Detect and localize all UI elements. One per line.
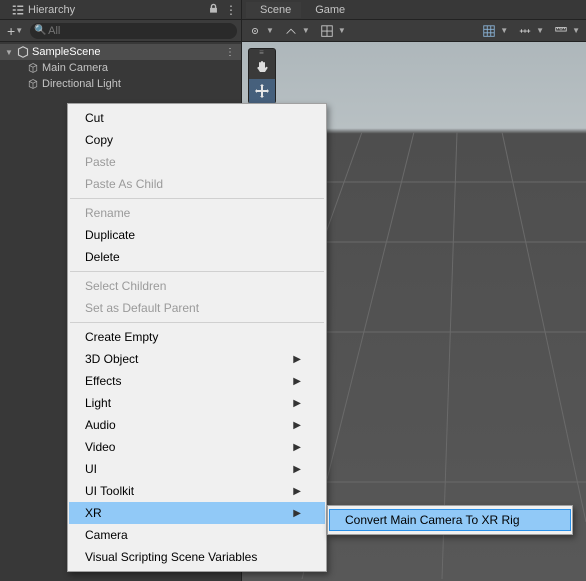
menu-create-empty[interactable]: Create Empty bbox=[69, 326, 325, 348]
move-tool[interactable] bbox=[249, 79, 275, 103]
scene-tabbar: Scene Game bbox=[242, 0, 586, 20]
gameobject-icon bbox=[26, 78, 40, 90]
tab-scene-label: Scene bbox=[260, 4, 291, 16]
search-input[interactable] bbox=[30, 23, 237, 39]
menu-set-default-parent: Set as Default Parent bbox=[69, 297, 325, 319]
expand-arrow-icon[interactable]: ▼ bbox=[4, 48, 14, 57]
menu-3d-object[interactable]: 3D Object▶ bbox=[69, 348, 325, 370]
menu-xr[interactable]: XR▶ bbox=[69, 502, 325, 524]
menu-select-children: Select Children bbox=[69, 275, 325, 297]
menu-effects[interactable]: Effects▶ bbox=[69, 370, 325, 392]
tab-scene[interactable]: Scene bbox=[246, 2, 301, 18]
lock-icon[interactable] bbox=[208, 3, 219, 17]
scene-row[interactable]: ▼ SampleScene ⋮ bbox=[0, 44, 241, 60]
hand-tool[interactable] bbox=[249, 55, 275, 79]
xr-submenu: Convert Main Camera To XR Rig bbox=[327, 505, 573, 535]
menu-video[interactable]: Video▶ bbox=[69, 436, 325, 458]
chevron-down-icon: ▼ bbox=[15, 26, 23, 35]
menu-convert-camera-xr[interactable]: Convert Main Camera To XR Rig bbox=[329, 509, 571, 531]
submenu-arrow-icon: ▶ bbox=[293, 508, 301, 519]
add-button[interactable]: +▼ bbox=[4, 23, 26, 39]
menu-cut[interactable]: Cut bbox=[69, 107, 325, 129]
search-icon: 🔍 bbox=[34, 25, 46, 36]
menu-separator bbox=[70, 322, 324, 323]
ruler-toggle[interactable]: ▼ bbox=[554, 24, 580, 38]
menu-paste-as-child: Paste As Child bbox=[69, 173, 325, 195]
increment-snap[interactable]: ▼ bbox=[518, 24, 544, 38]
hierarchy-toolbar: +▼ 🔍 bbox=[0, 20, 241, 42]
tree-item-label: Main Camera bbox=[42, 62, 108, 74]
tree-item[interactable]: Directional Light bbox=[0, 76, 241, 92]
scene-label: SampleScene bbox=[32, 46, 101, 58]
gameobject-icon bbox=[26, 62, 40, 74]
viewport-tools: ≡ bbox=[248, 48, 276, 104]
snap-toggle[interactable]: ▼ bbox=[482, 24, 508, 38]
menu-camera[interactable]: Camera bbox=[69, 524, 325, 546]
menu-copy[interactable]: Copy bbox=[69, 129, 325, 151]
menu-duplicate[interactable]: Duplicate bbox=[69, 224, 325, 246]
tree-item[interactable]: Main Camera bbox=[0, 60, 241, 76]
unity-scene-icon bbox=[16, 46, 30, 58]
scene-toolbar: ▼ ▼ ▼ ▼ ▼ ▼ bbox=[242, 20, 586, 42]
submenu-arrow-icon: ▶ bbox=[293, 376, 301, 387]
hierarchy-icon bbox=[12, 4, 24, 16]
pivot-dropdown[interactable]: ▼ bbox=[248, 24, 274, 38]
submenu-arrow-icon: ▶ bbox=[293, 420, 301, 431]
submenu-arrow-icon: ▶ bbox=[293, 442, 301, 453]
submenu-arrow-icon: ▶ bbox=[293, 354, 301, 365]
submenu-arrow-icon: ▶ bbox=[293, 486, 301, 497]
submenu-arrow-icon: ▶ bbox=[293, 464, 301, 475]
hierarchy-tabbar: Hierarchy ⋮ bbox=[0, 0, 241, 20]
row-menu-icon[interactable]: ⋮ bbox=[225, 47, 235, 58]
menu-paste: Paste bbox=[69, 151, 325, 173]
tab-game[interactable]: Game bbox=[301, 2, 355, 18]
menu-audio[interactable]: Audio▶ bbox=[69, 414, 325, 436]
hierarchy-tab[interactable]: Hierarchy bbox=[4, 2, 83, 18]
menu-delete[interactable]: Delete bbox=[69, 246, 325, 268]
panel-menu-icon[interactable]: ⋮ bbox=[225, 3, 237, 17]
menu-light[interactable]: Light▶ bbox=[69, 392, 325, 414]
handle-dropdown[interactable]: ▼ bbox=[284, 24, 310, 38]
menu-rename: Rename bbox=[69, 202, 325, 224]
submenu-arrow-icon: ▶ bbox=[293, 398, 301, 409]
menu-visual-scripting-variables[interactable]: Visual Scripting Scene Variables bbox=[69, 546, 325, 568]
context-menu: Cut Copy Paste Paste As Child Rename Dup… bbox=[67, 103, 327, 572]
menu-separator bbox=[70, 198, 324, 199]
grid-dropdown[interactable]: ▼ bbox=[320, 24, 346, 38]
tab-game-label: Game bbox=[315, 4, 345, 16]
menu-ui[interactable]: UI▶ bbox=[69, 458, 325, 480]
menu-separator bbox=[70, 271, 324, 272]
tree-item-label: Directional Light bbox=[42, 78, 121, 90]
menu-ui-toolkit[interactable]: UI Toolkit▶ bbox=[69, 480, 325, 502]
hierarchy-tab-label: Hierarchy bbox=[28, 4, 75, 16]
